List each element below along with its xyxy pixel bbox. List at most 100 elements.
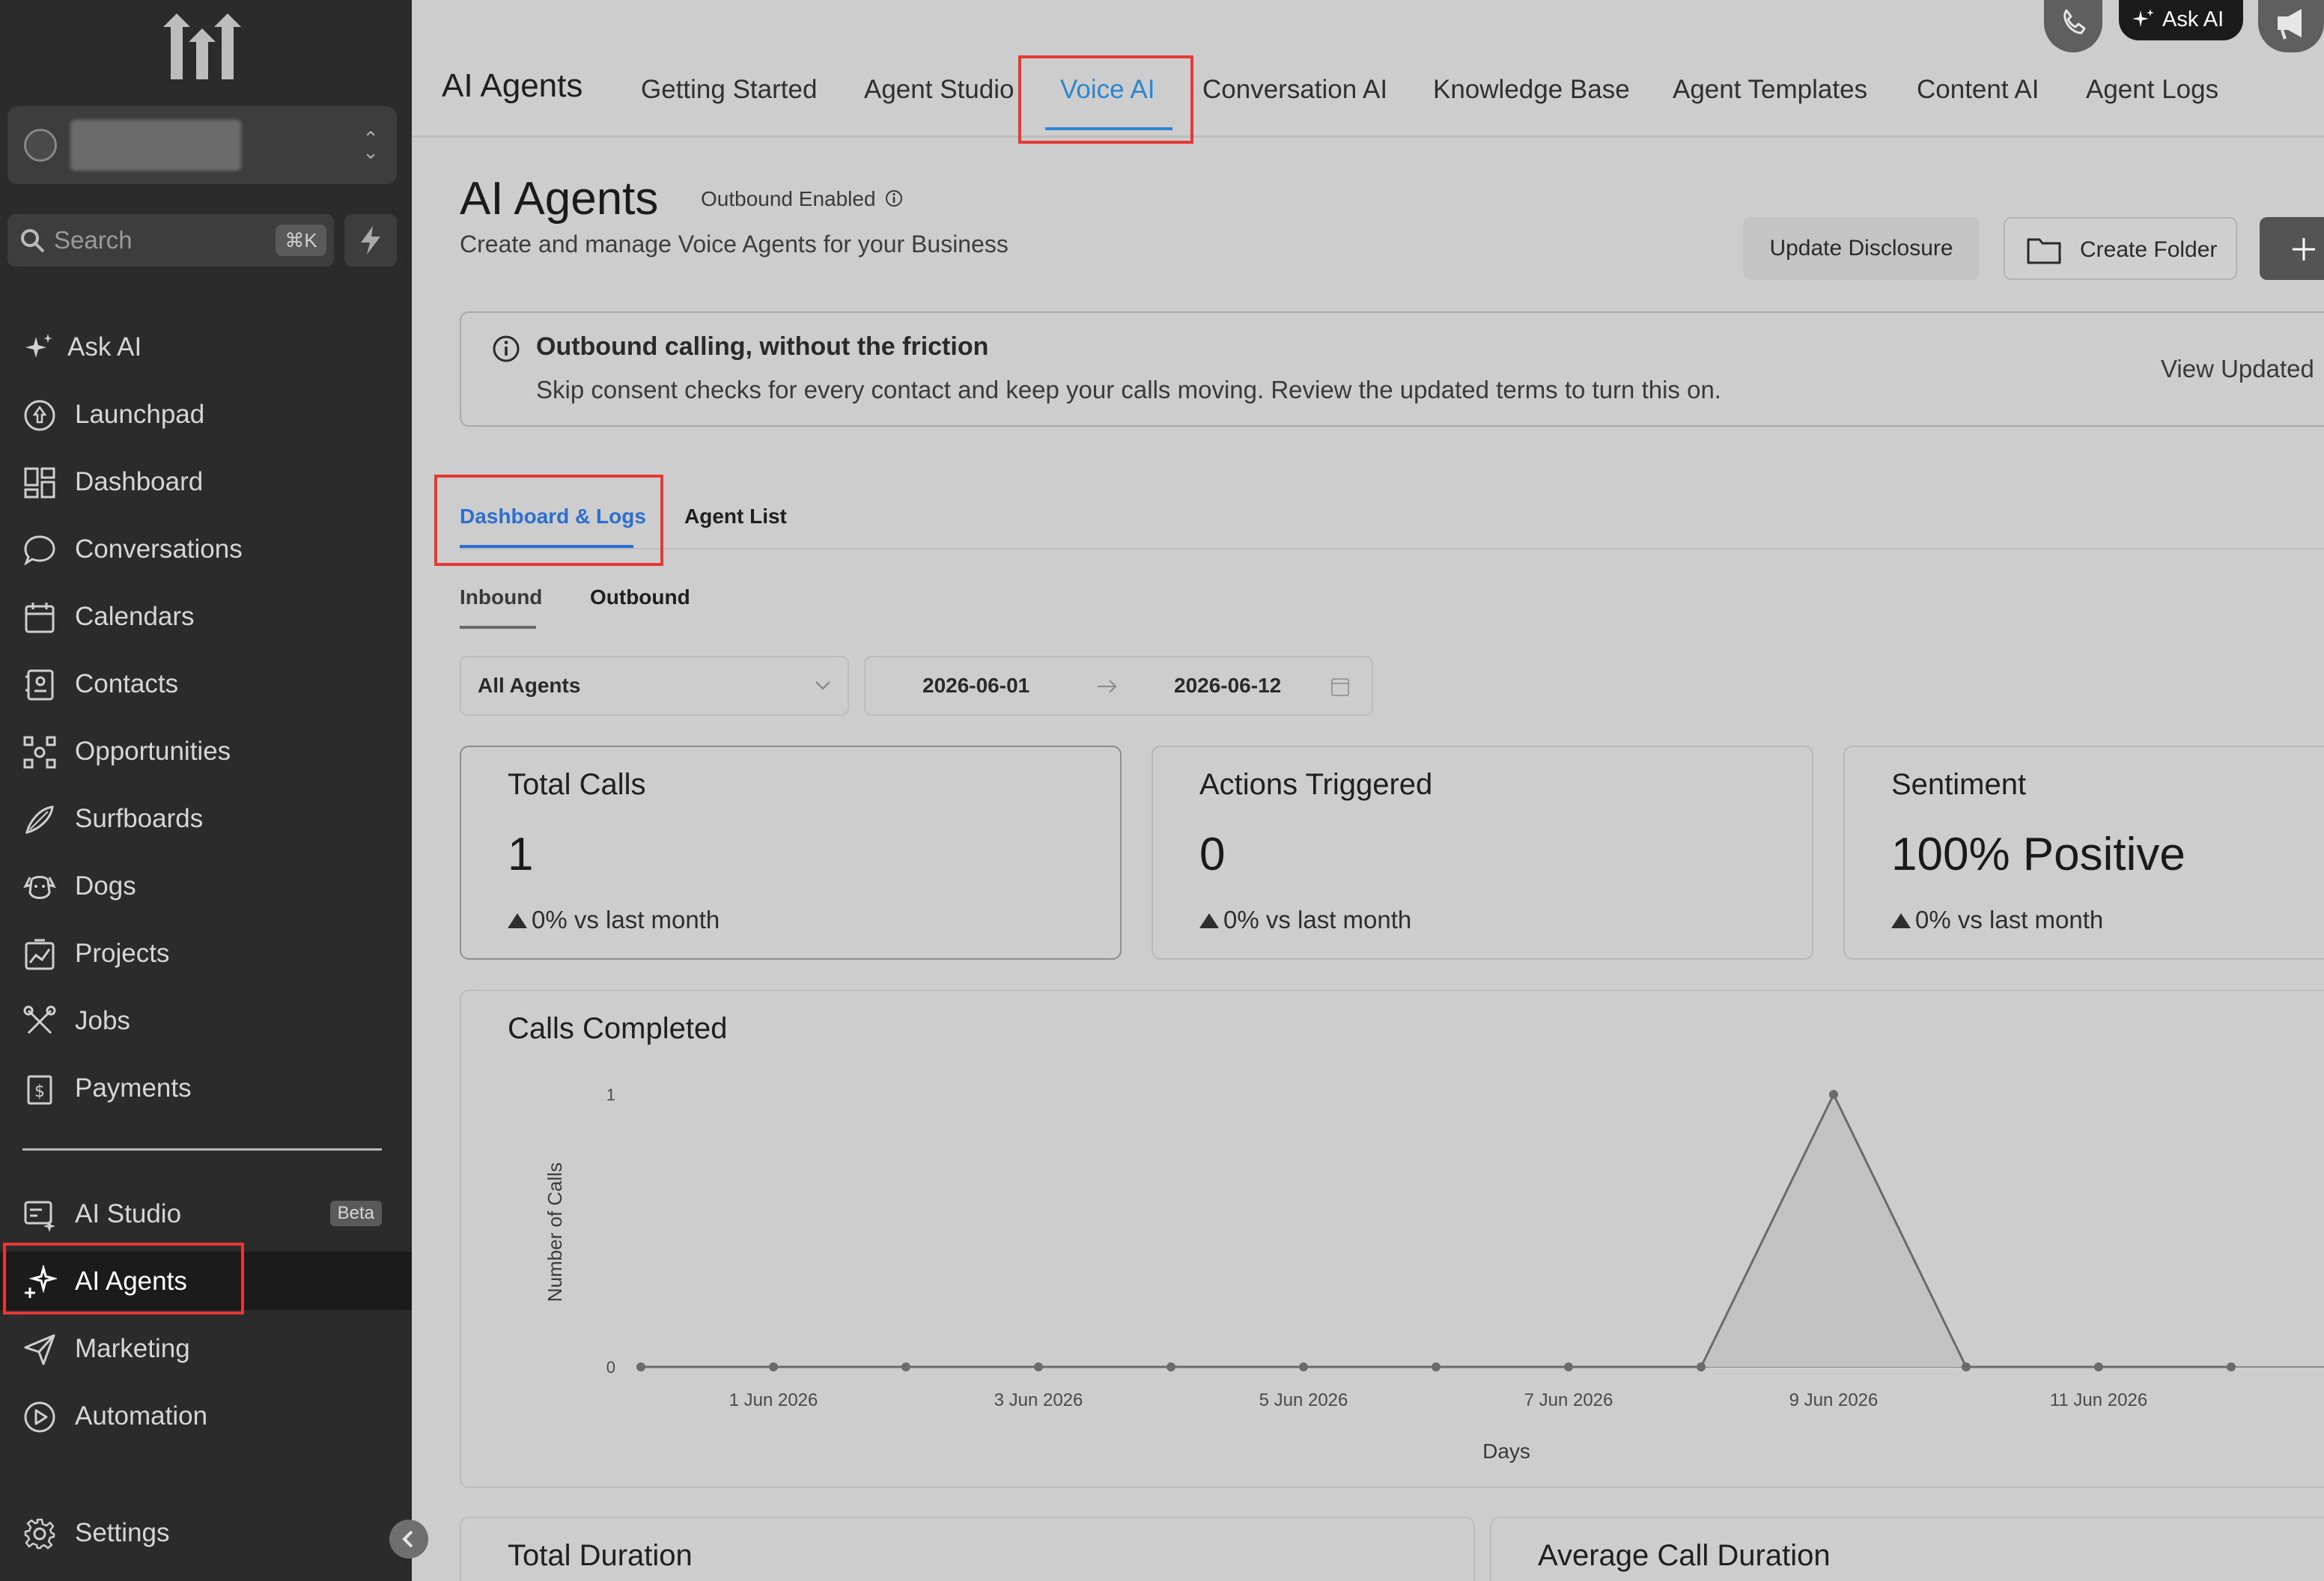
sidebar-item-launchpad[interactable]: Launchpad xyxy=(0,385,412,443)
subtab-outbound[interactable]: Outbound xyxy=(590,585,690,609)
ask-ai-button[interactable]: Ask AI xyxy=(2119,0,2243,40)
stat-value: 100% Positive xyxy=(1891,829,2185,880)
tab-agent-list[interactable]: Agent List xyxy=(684,505,787,528)
send-icon xyxy=(24,1334,55,1365)
create-agent-button[interactable] xyxy=(2260,217,2324,280)
sidebar-item-settings[interactable]: Settings xyxy=(0,1503,412,1562)
trend-up-icon xyxy=(1199,913,1219,928)
card-title: Total Duration xyxy=(508,1539,693,1572)
sidebar-item-automation[interactable]: Automation xyxy=(0,1386,412,1445)
sidebar: ⌃ ⌄ Search ⌘K Ask AI Launchpad Dashboard … xyxy=(0,0,412,1581)
x-tick-label: 9 Jun 2026 xyxy=(1789,1390,1879,1410)
banner-body: Skip consent checks for every contact an… xyxy=(536,376,1721,403)
data-point xyxy=(1034,1362,1043,1371)
sidebar-item-label: AI Studio xyxy=(75,1199,182,1228)
tab-agent-studio[interactable]: Agent Studio xyxy=(864,75,1014,105)
tab-content-ai[interactable]: Content AI xyxy=(1917,75,2039,105)
info-icon[interactable] xyxy=(884,189,904,208)
quick-action-button[interactable] xyxy=(344,214,397,266)
series-line xyxy=(641,1091,2231,1368)
y-tick-label: 1 xyxy=(606,1085,615,1104)
stat-title: Sentiment xyxy=(1891,768,2027,801)
trend-up-icon xyxy=(1891,913,1911,928)
x-tick-label: 11 Jun 2026 xyxy=(2050,1390,2147,1410)
sidebar-item-conversations[interactable]: Conversations xyxy=(0,520,412,578)
sidebar-item-jobs[interactable]: Jobs xyxy=(0,991,412,1050)
active-subtab-indicator xyxy=(460,626,536,629)
lightning-icon xyxy=(361,226,380,255)
view-updated-link[interactable]: View Updated xyxy=(2161,355,2314,383)
outbound-enabled-label: Outbound Enabled xyxy=(701,187,876,210)
chevron-down-icon xyxy=(815,681,830,690)
top-navigation: AI Agents Getting Started Agent Studio V… xyxy=(412,0,2324,144)
sidebar-item-label: Contacts xyxy=(75,669,179,698)
agent-filter-select[interactable]: All Agents xyxy=(460,656,849,716)
outbound-calling-banner: Outbound calling, without the friction S… xyxy=(460,311,2324,427)
data-point xyxy=(1829,1090,1838,1099)
stat-card-sentiment: Sentiment 100% Positive 0% vs last month xyxy=(1843,746,2324,960)
stat-title: Actions Triggered xyxy=(1199,768,1433,801)
sidebar-item-calendars[interactable]: Calendars xyxy=(0,587,412,645)
stat-card-actions-triggered: Actions Triggered 0 0% vs last month xyxy=(1152,746,1813,960)
account-switcher[interactable]: ⌃ ⌄ xyxy=(7,106,397,184)
highlight-box xyxy=(1018,55,1193,144)
contacts-icon xyxy=(25,669,54,701)
plus-icon xyxy=(2293,238,2315,261)
tab-agent-logs[interactable]: Agent Logs xyxy=(2086,75,2218,105)
stat-delta: 0% vs last month xyxy=(1223,906,1412,933)
date-range-picker[interactable]: 2026-06-01 2026-06-12 xyxy=(864,656,1373,716)
data-point xyxy=(1166,1362,1175,1371)
calls-completed-chart-card: Calls Completed 0 1 Number of Calls Days 1 J… xyxy=(460,990,2324,1488)
calls-completed-chart: 0 1 Number of Calls Days 1 Jun 2026 3 Jun 202… xyxy=(544,1085,2324,1463)
stat-delta: 0% vs last month xyxy=(532,906,720,933)
agent-filter-value: All Agents xyxy=(478,674,581,697)
sidebar-item-dogs[interactable]: Dogs xyxy=(0,856,412,915)
info-icon xyxy=(493,335,520,362)
tab-agent-templates[interactable]: Agent Templates xyxy=(1673,75,1867,105)
sidebar-item-projects[interactable]: Projects xyxy=(0,924,412,982)
search-icon xyxy=(21,229,45,253)
sidebar-item-ask-ai[interactable]: Ask AI xyxy=(0,317,412,376)
announcements-button[interactable] xyxy=(2258,0,2324,52)
beta-badge: Beta xyxy=(329,1201,382,1226)
stat-card-total-calls: Total Calls 1 0% vs last month xyxy=(460,746,1122,960)
sidebar-item-ai-studio[interactable]: AI Studio Beta xyxy=(0,1184,412,1243)
tab-knowledge-base[interactable]: Knowledge Base xyxy=(1433,75,1630,105)
projects-icon xyxy=(25,939,55,970)
sidebar-item-surfboards[interactable]: Surfboards xyxy=(0,789,412,847)
sidebar-item-opportunities[interactable]: Opportunities xyxy=(0,722,412,780)
sparkle-icon xyxy=(2132,9,2154,27)
sparkle-icon xyxy=(25,334,52,358)
update-disclosure-button[interactable]: Update Disclosure xyxy=(1743,217,1980,280)
sidebar-item-dashboard[interactable]: Dashboard xyxy=(0,452,412,511)
sidebar-item-label: Projects xyxy=(75,939,170,968)
tab-conversation-ai[interactable]: Conversation AI xyxy=(1202,75,1387,105)
collapse-sidebar-button[interactable] xyxy=(389,1520,428,1559)
data-point xyxy=(769,1362,778,1371)
stat-title: Total Calls xyxy=(508,768,646,801)
highlight-box xyxy=(434,475,663,566)
sidebar-item-contacts[interactable]: Contacts xyxy=(0,654,412,713)
page-subtitle: Create and manage Voice Agents for your … xyxy=(460,231,1009,258)
stat-value: 1 xyxy=(508,829,534,880)
phone-button[interactable] xyxy=(2044,0,2102,52)
tools-icon xyxy=(23,1005,56,1035)
stat-delta: 0% vs last month xyxy=(1915,906,2104,933)
sidebar-item-label: Ask AI xyxy=(67,332,142,362)
dog-icon xyxy=(23,876,56,899)
search-shortcut-badge: ⌘K xyxy=(276,225,326,256)
create-folder-button[interactable]: Create Folder xyxy=(2004,217,2237,280)
chat-bubble-icon xyxy=(24,535,55,566)
trend-up-icon xyxy=(508,913,527,928)
tab-getting-started[interactable]: Getting Started xyxy=(641,75,817,105)
subtab-inbound[interactable]: Inbound xyxy=(460,585,542,609)
sidebar-item-label: Payments xyxy=(75,1073,192,1103)
x-tick-label: 1 Jun 2026 xyxy=(729,1390,818,1410)
launchpad-icon xyxy=(24,400,55,431)
end-date: 2026-06-12 xyxy=(1174,674,1282,697)
sidebar-item-marketing[interactable]: Marketing xyxy=(0,1319,412,1377)
series-area xyxy=(641,1094,2231,1367)
sidebar-item-payments[interactable]: $ Payments xyxy=(0,1058,412,1117)
x-tick-label: 5 Jun 2026 xyxy=(1259,1390,1348,1410)
search-input[interactable]: Search ⌘K xyxy=(7,214,334,266)
